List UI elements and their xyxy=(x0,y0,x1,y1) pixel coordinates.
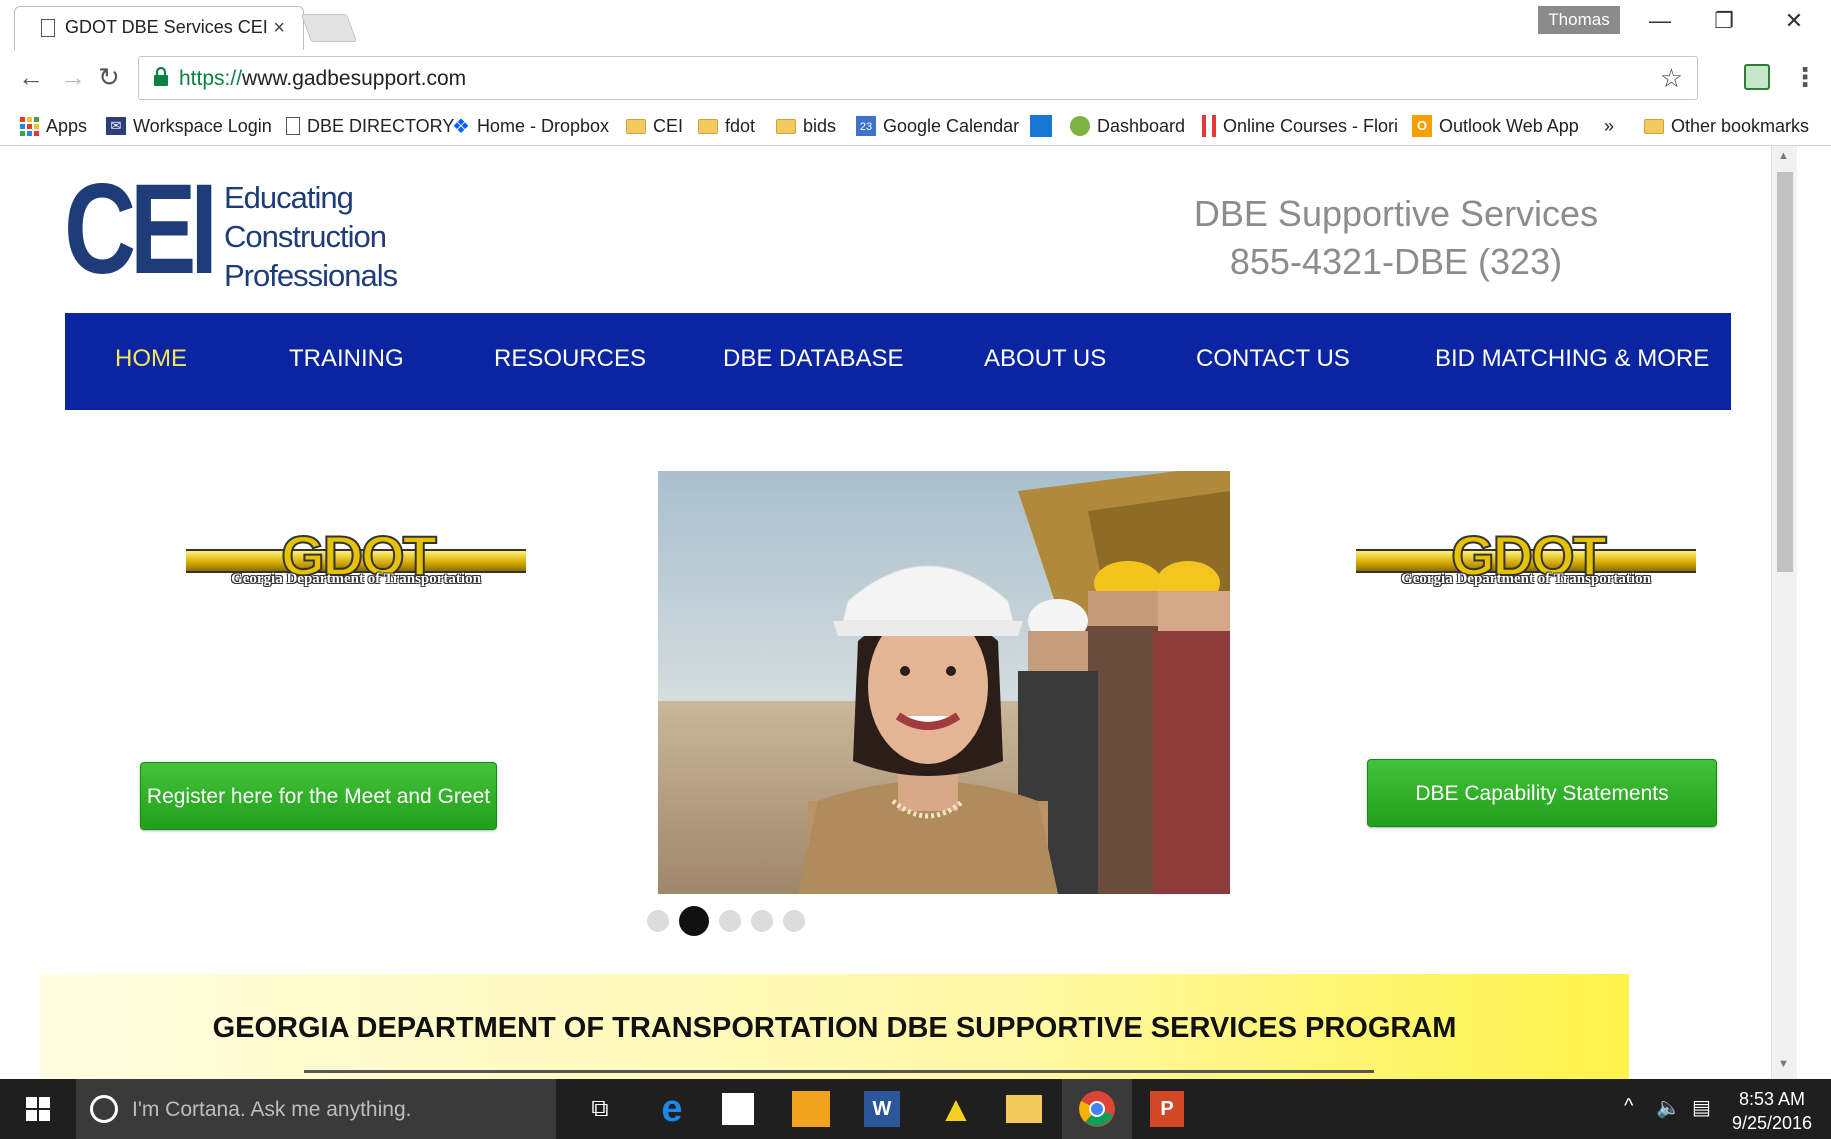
bookmark-google-calendar[interactable]: 23 Google Calendar xyxy=(856,112,1019,140)
nav-dbe-database[interactable]: DBE DATABASE xyxy=(723,345,904,373)
nav-about-us[interactable]: ABOUT US xyxy=(984,345,1106,373)
cortana-icon xyxy=(90,1095,118,1123)
bookmark-other[interactable]: Other bookmarks xyxy=(1644,112,1809,140)
header-contact: DBE Supportive Services 855-4321-DBE (32… xyxy=(1126,190,1666,286)
carousel-dot-5[interactable] xyxy=(783,910,805,932)
calendar-icon: 23 xyxy=(856,116,876,136)
logo-tagline: Educating Construction Professionals xyxy=(224,180,398,293)
bookmark-workspace-login[interactable]: ✉ Workspace Login xyxy=(106,112,272,140)
bookmark-cei[interactable]: CEI xyxy=(626,112,683,140)
bookmarks-overflow-button[interactable]: » xyxy=(1604,112,1614,140)
browser-tab[interactable]: GDOT DBE Services CEI × xyxy=(14,6,304,50)
word-icon[interactable]: W xyxy=(864,1091,900,1127)
lock-icon xyxy=(154,67,168,86)
minimize-button[interactable]: — xyxy=(1630,8,1690,34)
page-viewport: CEI Educating Construction Professionals… xyxy=(6,146,1771,1079)
page-scrollbar[interactable]: ▲ ▼ xyxy=(1771,146,1797,1079)
bookmark-online-courses[interactable]: Online Courses - Flori xyxy=(1202,112,1398,140)
bookmark-fdot[interactable]: fdot xyxy=(698,112,755,140)
tab-title: GDOT DBE Services CEI xyxy=(65,17,268,37)
dashboard-icon xyxy=(1070,116,1090,136)
reload-icon[interactable]: ↻ xyxy=(98,62,120,93)
nav-contact-us[interactable]: CONTACT US xyxy=(1196,345,1350,373)
blue-square-icon xyxy=(1030,115,1052,137)
bookmark-dbe-directory[interactable]: DBE DIRECTORY xyxy=(286,112,454,140)
bookmark-dropbox[interactable]: ❖ Home - Dropbox xyxy=(452,112,609,140)
edge-browser-icon[interactable]: e xyxy=(652,1089,692,1129)
tab-close-button[interactable]: × xyxy=(273,17,285,40)
folder-icon xyxy=(1644,118,1664,134)
folder-icon xyxy=(626,118,646,134)
courses-icon xyxy=(1202,115,1216,137)
carousel-dots xyxy=(647,906,805,936)
bookmarks-bar: Apps ✉ Workspace Login DBE DIRECTORY ❖ H… xyxy=(0,106,1831,146)
bookmark-outlook[interactable]: O Outlook Web App xyxy=(1412,112,1579,140)
page-icon xyxy=(286,117,300,135)
chrome-icon xyxy=(1079,1091,1115,1127)
header-phone: 855-4321-DBE (323) xyxy=(1229,241,1563,282)
volume-muted-icon[interactable]: 🔈 xyxy=(1656,1095,1681,1120)
file-explorer-icon[interactable] xyxy=(1006,1095,1042,1123)
program-banner: GEORGIA DEPARTMENT OF TRANSPORTATION DBE… xyxy=(40,974,1629,1079)
header-title: DBE Supportive Services xyxy=(1193,193,1599,234)
nav-resources[interactable]: RESOURCES xyxy=(494,345,646,373)
store-icon[interactable] xyxy=(722,1093,754,1125)
restore-button[interactable]: ❐ xyxy=(1694,8,1754,34)
task-view-icon[interactable]: ⧉ xyxy=(580,1089,620,1129)
action-center-icon[interactable]: ▤ xyxy=(1692,1095,1711,1120)
apps-grid-icon xyxy=(20,116,39,136)
cei-logo[interactable]: CEI Educating Construction Professionals xyxy=(64,166,398,296)
folder-icon xyxy=(776,118,796,134)
carousel-dot-1[interactable] xyxy=(647,910,669,932)
windows-start-icon[interactable] xyxy=(26,1097,50,1121)
bookmark-blue-square[interactable] xyxy=(1030,112,1052,140)
carousel-dot-4[interactable] xyxy=(751,910,773,932)
bid-app-icon[interactable]: ▲ xyxy=(936,1089,976,1129)
scroll-down-arrow-icon[interactable]: ▼ xyxy=(1778,1058,1789,1070)
carousel-dot-2[interactable] xyxy=(679,906,709,936)
scroll-up-arrow-icon[interactable]: ▲ xyxy=(1778,150,1789,162)
folder-icon xyxy=(698,118,718,134)
carousel-dot-3[interactable] xyxy=(719,910,741,932)
gdot-logo-right: GDOT Georgia Department of Transportatio… xyxy=(1356,526,1696,607)
page-icon xyxy=(41,18,55,37)
chrome-menu-icon[interactable]: ⋮ xyxy=(1792,62,1818,93)
nav-home[interactable]: HOME xyxy=(115,345,187,373)
outlook-taskbar-icon[interactable] xyxy=(792,1091,830,1127)
dropbox-icon: ❖ xyxy=(452,115,470,138)
gdot-logo-left: GDOT Georgia Department of Transportatio… xyxy=(186,526,526,607)
hero-carousel-image[interactable] xyxy=(658,471,1230,894)
back-arrow-icon[interactable]: ← xyxy=(18,62,44,93)
taskbar-clock[interactable]: 8:53 AM 9/25/2016 xyxy=(1722,1087,1822,1135)
construction-worker-photo xyxy=(658,471,1230,894)
browser-titlebar: GDOT DBE Services CEI × Thomas — ❐ ✕ xyxy=(0,0,1831,50)
address-bar[interactable]: https://www.gadbesupport.com ☆ xyxy=(138,56,1698,100)
nav-bid-matching[interactable]: BID MATCHING & MORE xyxy=(1435,345,1709,373)
scrollbar-thumb[interactable] xyxy=(1777,172,1793,572)
main-nav: HOME TRAINING RESOURCES DBE DATABASE ABO… xyxy=(65,313,1731,410)
new-tab-button[interactable] xyxy=(300,14,358,42)
profile-button[interactable]: Thomas xyxy=(1538,6,1620,34)
outlook-icon: O xyxy=(1412,115,1432,137)
close-window-button[interactable]: ✕ xyxy=(1764,8,1824,34)
dbe-capability-statements-button[interactable]: DBE Capability Statements xyxy=(1367,759,1717,827)
banner-divider xyxy=(304,1070,1374,1073)
mail-icon: ✉ xyxy=(106,117,126,135)
extension-icon[interactable] xyxy=(1744,64,1770,90)
bookmark-dashboard[interactable]: Dashboard xyxy=(1070,112,1185,140)
chrome-taskbar-button[interactable] xyxy=(1062,1079,1132,1139)
banner-title: GEORGIA DEPARTMENT OF TRANSPORTATION DBE… xyxy=(212,1012,1457,1044)
forward-arrow-icon[interactable]: → xyxy=(60,62,86,93)
windows-taskbar: I'm Cortana. Ask me anything. ⧉ e W ▲ P … xyxy=(0,1079,1831,1139)
powerpoint-icon[interactable]: P xyxy=(1150,1091,1184,1127)
nav-training[interactable]: TRAINING xyxy=(289,345,404,373)
url-text[interactable]: https://www.gadbesupport.com xyxy=(179,67,466,91)
bookmark-apps[interactable]: Apps xyxy=(20,112,87,140)
register-meet-greet-button[interactable]: Register here for the Meet and Greet xyxy=(140,762,497,830)
tray-overflow-icon[interactable]: ^ xyxy=(1624,1095,1633,1118)
bookmark-bids[interactable]: bids xyxy=(776,112,836,140)
cortana-search-box[interactable]: I'm Cortana. Ask me anything. xyxy=(76,1079,556,1139)
browser-toolbar: ← → ↻ https://www.gadbesupport.com ☆ ⋮ xyxy=(0,50,1831,106)
bookmark-star-icon[interactable]: ☆ xyxy=(1660,63,1683,94)
